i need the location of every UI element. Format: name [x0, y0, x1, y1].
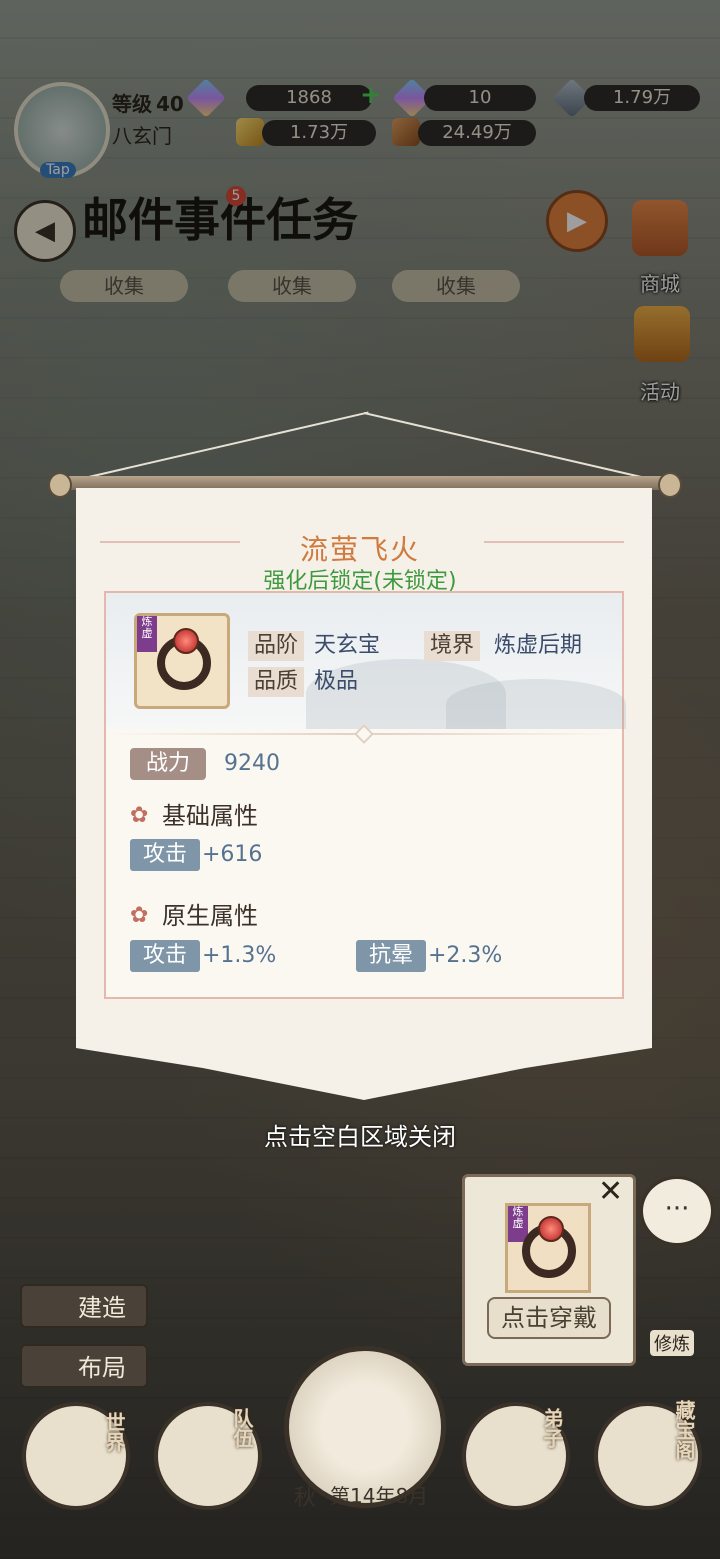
close-icon[interactable]: ✕ — [598, 1174, 623, 1209]
game-date: 第14年8月 — [330, 1484, 429, 1508]
realm-label: 境界 — [424, 631, 481, 661]
ring-gem-icon — [173, 628, 199, 654]
native-attr-name-1: 攻击 — [130, 940, 200, 972]
equip-button[interactable]: 点击穿戴 — [487, 1297, 611, 1339]
equip-item-icon: 炼虚 — [505, 1203, 591, 1293]
base-attr-value: +616 — [202, 842, 263, 867]
world-label: 世界 — [102, 1412, 126, 1452]
realm-value: 炼虚后期 — [494, 633, 583, 658]
team-label: 队伍 — [230, 1408, 254, 1448]
chat-icon[interactable]: ··· — [640, 1176, 714, 1246]
build-label: 建造 — [78, 1294, 126, 1322]
native-attr-name-2: 抗晕 — [356, 940, 426, 972]
season-label: 秋 — [294, 1486, 317, 1511]
native-attr-value-2: +2.3% — [428, 943, 503, 968]
mountain-decoration — [446, 679, 626, 729]
native-attr-value-1: +1.3% — [202, 943, 277, 968]
rod-knob-right — [658, 472, 682, 498]
scroll-rod — [50, 476, 680, 490]
layout-button[interactable]: 布局 — [20, 1344, 148, 1388]
quality-value: 极品 — [314, 669, 359, 694]
build-button[interactable]: 建造 — [20, 1284, 148, 1328]
base-attr-title: 基础属性 — [162, 802, 258, 830]
item-name: 流萤飞火 — [299, 533, 420, 566]
close-hint: 点击空白区域关闭 — [264, 1123, 456, 1151]
treasure-label: 藏宝阁 — [672, 1400, 696, 1460]
item-info-card: 炼虚 品阶 天玄宝 境界 炼虚后期 品质 极品 战力 9240 ✿ 基础属性 攻… — [104, 591, 626, 999]
cultivate-button[interactable]: 修炼 — [650, 1330, 694, 1356]
grade-label: 品阶 — [248, 631, 305, 661]
grade-value: 天玄宝 — [314, 633, 381, 658]
flower-icon: ✿ — [130, 803, 149, 828]
disciples-label: 弟子 — [540, 1408, 564, 1448]
rod-knob-left — [48, 472, 72, 498]
layout-label: 布局 — [78, 1354, 126, 1382]
item-icon-frame: 炼虚 — [134, 613, 230, 709]
quality-label: 品质 — [248, 667, 305, 697]
flower-icon: ✿ — [130, 903, 149, 928]
power-label: 战力 — [130, 748, 206, 780]
base-attr-name: 攻击 — [130, 839, 200, 871]
native-attr-title: 原生属性 — [162, 902, 258, 930]
item-realm-tag: 炼虚 — [137, 616, 157, 652]
power-value: 9240 — [224, 751, 280, 776]
ring-gem-icon — [538, 1216, 564, 1242]
